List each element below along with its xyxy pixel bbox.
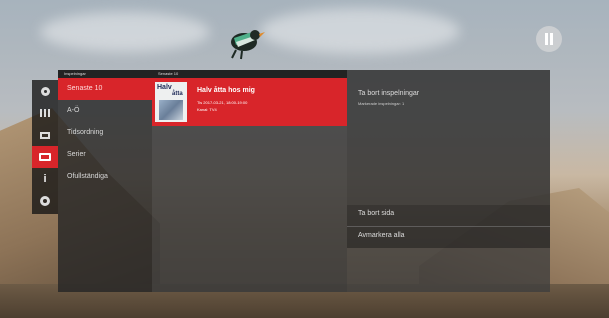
folder-icon[interactable]: [32, 146, 58, 168]
cloud: [40, 12, 210, 52]
divider: [347, 226, 550, 227]
recordings-menu: Senaste 10 A-Ö Tidsordning Serier Ofulls…: [58, 78, 152, 292]
recording-title: Halv åtta hos mig: [197, 87, 255, 94]
recording-time: Tis 2017-03-21, 18:00-19:00: [197, 100, 248, 105]
record-circle-icon[interactable]: [32, 80, 58, 102]
thumbnail-text-line2: åtta: [172, 91, 183, 97]
menu-item-a-o[interactable]: A-Ö: [58, 100, 152, 122]
menu-item-senaste[interactable]: Senaste 10: [58, 78, 152, 100]
marked-count: Markerade inspelningar: 1: [358, 101, 405, 106]
grid-icon[interactable]: [32, 102, 58, 124]
detail-footer: [347, 248, 550, 292]
icon-sidebar: i: [32, 80, 58, 214]
cloud: [260, 8, 460, 54]
detail-actions: Ta bort sida Avmarkera alla: [347, 205, 550, 248]
delete-recordings-button[interactable]: Ta bort inspelningar: [358, 90, 419, 97]
thumbnail-image: [159, 100, 183, 120]
gear-icon[interactable]: [32, 190, 58, 212]
tv-icon[interactable]: [32, 124, 58, 146]
recording-channel: Kanal: TV4: [197, 107, 217, 112]
detail-panel: Ta bort inspelningar Markerade inspelnin…: [347, 70, 550, 205]
recording-item[interactable]: Halv åtta Halv åtta hos mig Tis 2017-03-…: [152, 78, 347, 126]
menu-item-tidsordning[interactable]: Tidsordning: [58, 122, 152, 144]
recordings-list: Halv åtta Halv åtta hos mig Tis 2017-03-…: [152, 78, 347, 292]
menu-item-serier[interactable]: Serier: [58, 144, 152, 166]
menu-header: Inspelningar: [58, 70, 152, 78]
menu-item-ofullstandiga[interactable]: Ofullständiga: [58, 166, 152, 188]
thumbnail-text-line1: Halv: [157, 84, 172, 91]
pause-bars-icon[interactable]: [536, 26, 562, 52]
recording-thumbnail: Halv åtta: [155, 82, 187, 122]
remove-page-button[interactable]: Ta bort sida: [358, 210, 394, 217]
list-header: Senaste 10: [152, 70, 347, 78]
info-icon[interactable]: i: [32, 168, 58, 190]
bird-icon: [222, 22, 266, 60]
unmark-all-button[interactable]: Avmarkera alla: [358, 232, 405, 239]
